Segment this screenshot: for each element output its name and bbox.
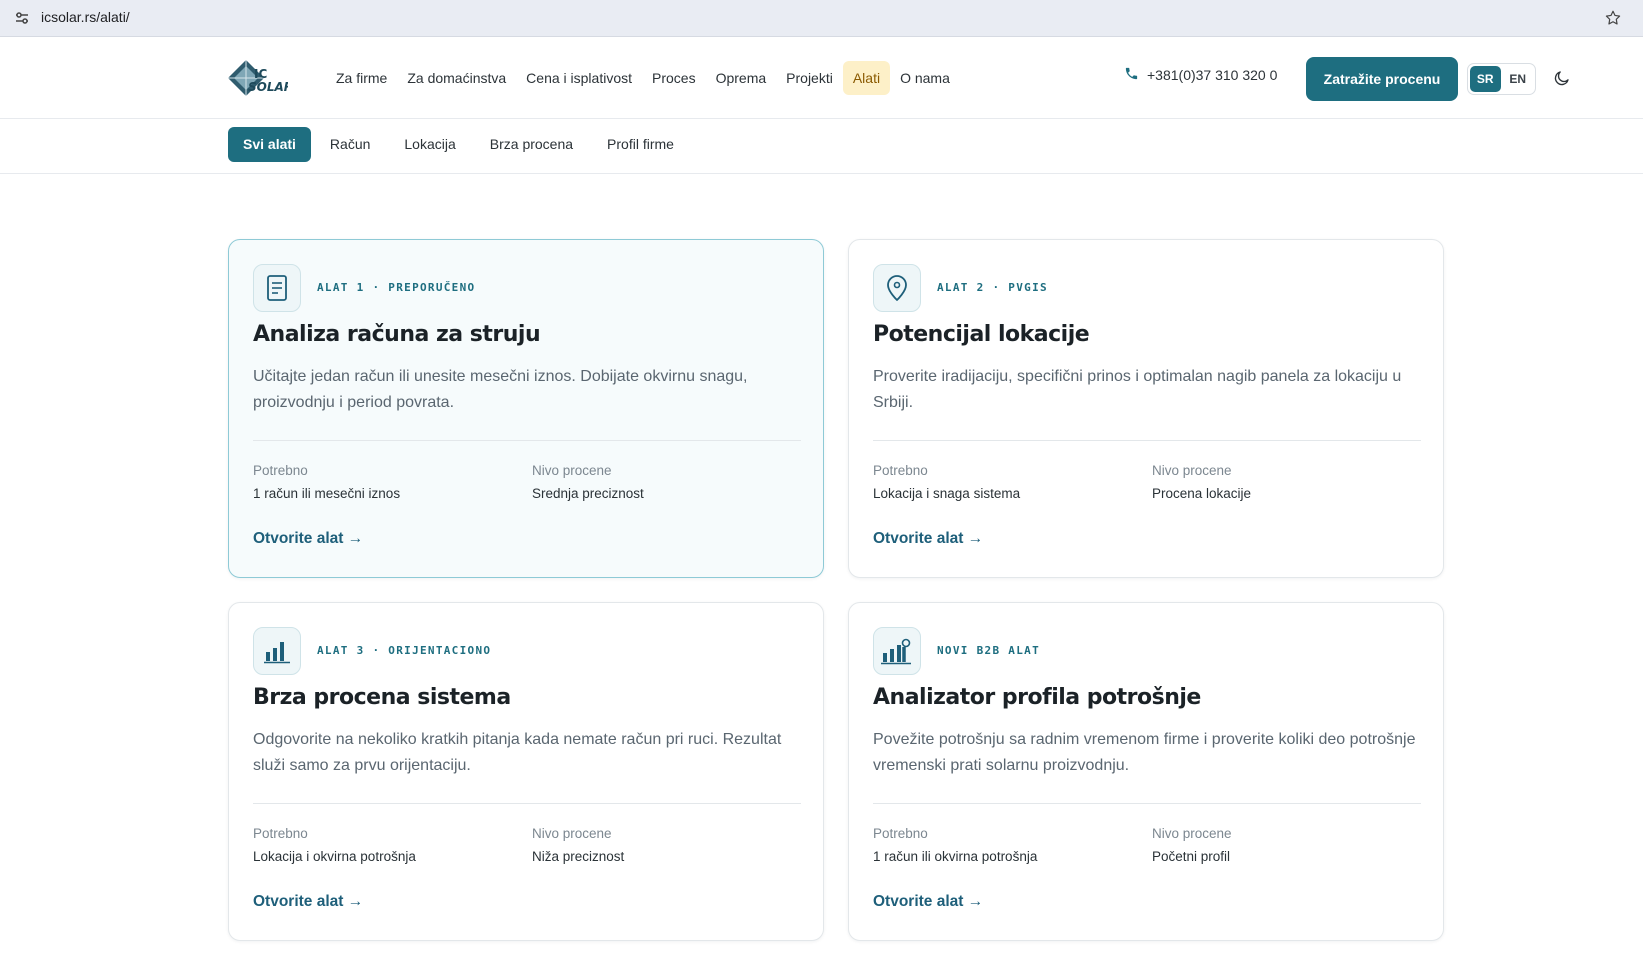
card-divider bbox=[253, 803, 801, 804]
nav-item-za-domacinstva[interactable]: Za domaćinstva bbox=[397, 61, 516, 95]
meta-required-value: Lokacija i snaga sistema bbox=[873, 486, 1021, 501]
open-tool-link[interactable]: Otvorite alat → bbox=[873, 530, 983, 548]
moon-icon[interactable] bbox=[1550, 66, 1574, 90]
phone-icon bbox=[1124, 66, 1139, 84]
language-switch: SR EN bbox=[1467, 63, 1536, 95]
main-nav: Za firme Za domaćinstva Cena i isplativo… bbox=[326, 59, 960, 97]
meta-level: Nivo procene Procena lokacije bbox=[1152, 463, 1251, 501]
chart-search-icon bbox=[873, 627, 921, 675]
meta-required-value: Lokacija i okvirna potrošnja bbox=[253, 849, 416, 864]
meta-level-value: Procena lokacije bbox=[1152, 486, 1252, 501]
bar-chart-icon bbox=[253, 627, 301, 675]
request-estimate-button[interactable]: Zatražite procenu bbox=[1306, 57, 1458, 101]
meta-level-label: Nivo procene bbox=[1152, 463, 1232, 478]
meta-level-value: Niža preciznost bbox=[532, 849, 625, 864]
nav-item-projekti[interactable]: Projekti bbox=[776, 61, 843, 95]
tool-card-quick-estimate[interactable]: ALAT 3 · ORIJENTACIONO Brza procena sist… bbox=[228, 602, 824, 941]
tool-card-location-potential[interactable]: ALAT 2 · PVGIS Potencijal lokacije Prove… bbox=[848, 239, 1444, 578]
tool-card-bill-analysis[interactable]: ALAT 1 · PREPORUČENO Analiza računa za s… bbox=[228, 239, 824, 578]
logo[interactable]: IC SOLAR bbox=[224, 56, 293, 100]
meta-required-label: Potrebno bbox=[253, 463, 308, 478]
card-title: Potencijal lokacije bbox=[873, 322, 1090, 347]
meta-required: Potrebno 1 račun ili okvirna potrošnja bbox=[873, 826, 1037, 864]
meta-level-label: Nivo procene bbox=[532, 826, 612, 841]
card-title: Analiza računa za struju bbox=[253, 322, 541, 347]
lang-sr-button[interactable]: SR bbox=[1470, 66, 1501, 92]
phone-number: +381(0)37 310 320 0 bbox=[1147, 67, 1278, 83]
location-pin-icon bbox=[873, 264, 921, 312]
svg-text:SOLAR: SOLAR bbox=[248, 80, 288, 94]
meta-required-value: 1 račun ili okvirna potrošnja bbox=[873, 849, 1038, 864]
card-tag: ALAT 3 · ORIJENTACIONO bbox=[317, 644, 492, 657]
card-tag: ALAT 2 · PVGIS bbox=[937, 281, 1048, 294]
document-icon bbox=[253, 264, 301, 312]
url-text[interactable]: icsolar.rs/alati/ bbox=[41, 9, 130, 25]
meta-required-label: Potrebno bbox=[873, 463, 928, 478]
card-divider bbox=[873, 440, 1421, 441]
nav-item-proces[interactable]: Proces bbox=[642, 61, 706, 95]
tab-profil-firme[interactable]: Profil firme bbox=[592, 127, 689, 162]
meta-level-value: Srednja preciznost bbox=[532, 486, 644, 501]
tool-card-consumption-profile[interactable]: NOVI B2B ALAT Analizator profila potrošn… bbox=[848, 602, 1444, 941]
meta-level-label: Nivo procene bbox=[1152, 826, 1232, 841]
site-settings-icon[interactable] bbox=[12, 8, 32, 28]
tab-racun[interactable]: Račun bbox=[315, 127, 385, 162]
svg-text:IC: IC bbox=[254, 67, 267, 81]
meta-level: Nivo procene Niža preciznost bbox=[532, 826, 624, 864]
meta-level: Nivo procene Početni profil bbox=[1152, 826, 1232, 864]
nav-item-za-firme[interactable]: Za firme bbox=[326, 61, 397, 95]
meta-required-label: Potrebno bbox=[873, 826, 928, 841]
meta-level: Nivo procene Srednja preciznost bbox=[532, 463, 644, 501]
phone-link[interactable]: +381(0)37 310 320 0 bbox=[1124, 66, 1277, 84]
open-tool-link[interactable]: Otvorite alat → bbox=[253, 530, 363, 548]
meta-level-label: Nivo procene bbox=[532, 463, 612, 478]
tab-brza-procena[interactable]: Brza procena bbox=[475, 127, 588, 162]
card-tag: NOVI B2B ALAT bbox=[937, 644, 1040, 657]
site-header: IC SOLAR Za firme Za domaćinstva Cena i … bbox=[0, 38, 1643, 119]
meta-required-label: Potrebno bbox=[253, 826, 308, 841]
tab-svi-alati[interactable]: Svi alati bbox=[228, 127, 311, 162]
lang-en-button[interactable]: EN bbox=[1503, 66, 1534, 92]
nav-item-o-nama[interactable]: O nama bbox=[890, 61, 960, 95]
card-description: Učitajte jedan račun ili unesite mesečni… bbox=[253, 368, 748, 411]
tools-sub-nav: Svi alati Račun Lokacija Brza procena Pr… bbox=[0, 119, 1643, 174]
card-divider bbox=[253, 440, 801, 441]
open-tool-link[interactable]: Otvorite alat → bbox=[873, 893, 983, 911]
meta-required: Potrebno 1 račun ili mesečni iznos bbox=[253, 463, 400, 501]
meta-required: Potrebno Lokacija i snaga sistema bbox=[873, 463, 1020, 501]
open-tool-link[interactable]: Otvorite alat → bbox=[253, 893, 363, 911]
card-tag: ALAT 1 · PREPORUČENO bbox=[317, 281, 476, 294]
nav-item-cena-i-isplativost[interactable]: Cena i isplativost bbox=[516, 61, 642, 95]
card-description: Proverite iradijaciju, specifični prinos… bbox=[873, 368, 1402, 411]
meta-required-value: 1 račun ili mesečni iznos bbox=[253, 486, 401, 501]
card-title: Brza procena sistema bbox=[253, 685, 511, 710]
meta-required: Potrebno Lokacija i okvirna potrošnja bbox=[253, 826, 416, 864]
meta-level-value: Početni profil bbox=[1152, 849, 1231, 864]
browser-url-bar: icsolar.rs/alati/ bbox=[0, 0, 1643, 37]
nav-item-oprema[interactable]: Oprema bbox=[706, 61, 777, 95]
card-title: Analizator profila potrošnje bbox=[873, 685, 1201, 710]
card-description: Odgovorite na nekoliko kratkih pitanja k… bbox=[253, 731, 782, 774]
nav-item-alati[interactable]: Alati bbox=[842, 61, 891, 95]
card-description: Povežite potrošnju sa radnim vremenom fi… bbox=[873, 731, 1416, 774]
tab-lokacija[interactable]: Lokacija bbox=[389, 127, 470, 162]
bookmark-star-icon[interactable] bbox=[1601, 6, 1625, 30]
card-divider bbox=[873, 803, 1421, 804]
